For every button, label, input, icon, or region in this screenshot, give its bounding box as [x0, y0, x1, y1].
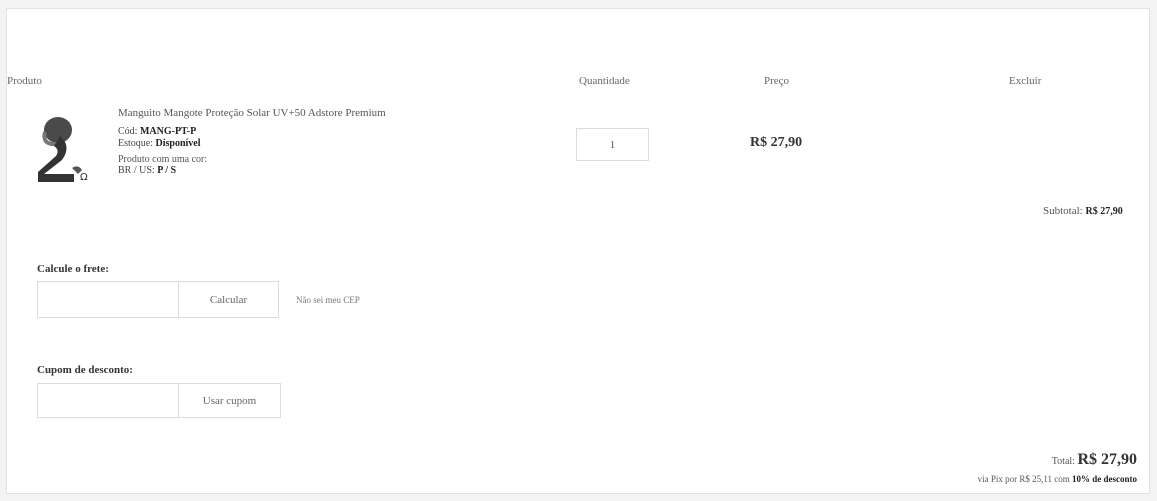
- product-code-value: MANG-PT-P: [139, 126, 197, 137]
- column-header-remove: Excluir: [1009, 75, 1042, 87]
- svg-text:Ω: Ω: [80, 172, 88, 183]
- column-header-price: Preço: [764, 75, 790, 87]
- product-stock: Estoque: Disponível: [118, 138, 201, 149]
- subtotal: Subtotal: R$ 27,90: [1043, 205, 1123, 217]
- pix-discount-note: via Pix por R$ 25,11 com 10% de desconto: [978, 474, 1137, 484]
- cart-page: Produto Quantidade Preço Excluir Ω Mangu…: [6, 8, 1150, 494]
- column-header-product: Produto: [7, 75, 42, 87]
- column-header-quantity: Quantidade: [579, 75, 630, 87]
- product-stock-label: Estoque:: [118, 138, 156, 149]
- product-code: Cód: MANG-PT-P: [118, 126, 196, 137]
- cep-input[interactable]: [38, 282, 179, 317]
- pix-note-text: via Pix por R$ 25,11 com: [977, 474, 1072, 484]
- product-variant-label: Produto com uma cor:: [118, 154, 208, 165]
- total-value: R$ 27,90: [1077, 451, 1137, 468]
- product-stock-value: Disponível: [155, 138, 201, 149]
- product-size-value: P / S: [157, 165, 177, 176]
- coupon-input[interactable]: [38, 384, 179, 417]
- product-image[interactable]: Ω: [32, 114, 97, 186]
- subtotal-value: R$ 27,90: [1085, 206, 1123, 217]
- product-size: BR / US: P / S: [118, 165, 176, 176]
- subtotal-label: Subtotal:: [1043, 205, 1086, 217]
- apply-coupon-button[interactable]: Usar cupom: [179, 384, 280, 417]
- coupon-form: Usar cupom: [37, 383, 281, 418]
- quantity-input[interactable]: [576, 128, 649, 161]
- product-size-label: BR / US:: [118, 165, 158, 176]
- total-label: Total:: [1051, 456, 1078, 467]
- order-total: Total: R$ 27,90: [1052, 451, 1137, 469]
- calculate-shipping-button[interactable]: Calcular: [179, 282, 278, 317]
- product-name[interactable]: Manguito Mangote Proteção Solar UV+50 Ad…: [118, 107, 386, 119]
- coupon-label: Cupom de desconto:: [37, 364, 133, 376]
- shipping-label: Calcule o frete:: [37, 263, 109, 275]
- pix-discount-value: 10% de desconto: [1072, 474, 1137, 484]
- product-code-label: Cód:: [118, 126, 140, 137]
- shipping-form: Calcular: [37, 281, 279, 318]
- no-cep-link[interactable]: Não sei meu CEP: [296, 295, 360, 305]
- item-price: R$ 27,90: [750, 135, 803, 150]
